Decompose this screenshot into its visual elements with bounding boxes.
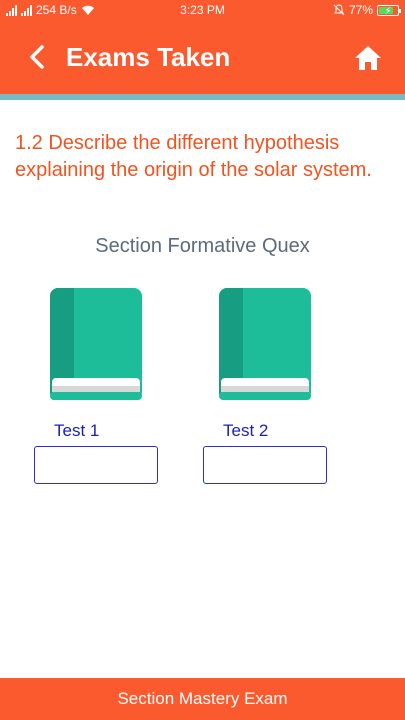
book-icon[interactable] <box>217 286 313 404</box>
test-1-score-field[interactable] <box>34 446 158 484</box>
mute-alarm-icon <box>333 4 345 16</box>
home-button[interactable] <box>353 44 383 72</box>
book-icon[interactable] <box>48 286 144 404</box>
accent-strip <box>0 94 405 100</box>
charging-icon: ⚡ <box>384 5 392 17</box>
chevron-left-icon <box>30 45 44 69</box>
test-label: Test 2 <box>223 421 269 440</box>
section-title: Section Formative Quex <box>95 235 310 257</box>
test-2-score-field[interactable] <box>203 446 327 484</box>
test-label: Test 1 <box>54 421 100 440</box>
section-mastery-exam-button[interactable]: Section Mastery Exam <box>0 678 405 720</box>
back-button[interactable] <box>22 40 52 74</box>
status-bar: 254 B/s 3:23 PM 77% ⚡ <box>0 0 405 20</box>
home-icon <box>355 46 381 70</box>
page-title: Exams Taken <box>66 42 231 72</box>
app-bar: Exams Taken <box>0 20 405 94</box>
status-right: 77% ⚡ <box>333 0 401 20</box>
battery-icon: ⚡ <box>377 4 401 17</box>
battery-percent: 77% <box>348 3 373 17</box>
question-text: 1.2 Describe the different hypothesis ex… <box>15 132 372 181</box>
